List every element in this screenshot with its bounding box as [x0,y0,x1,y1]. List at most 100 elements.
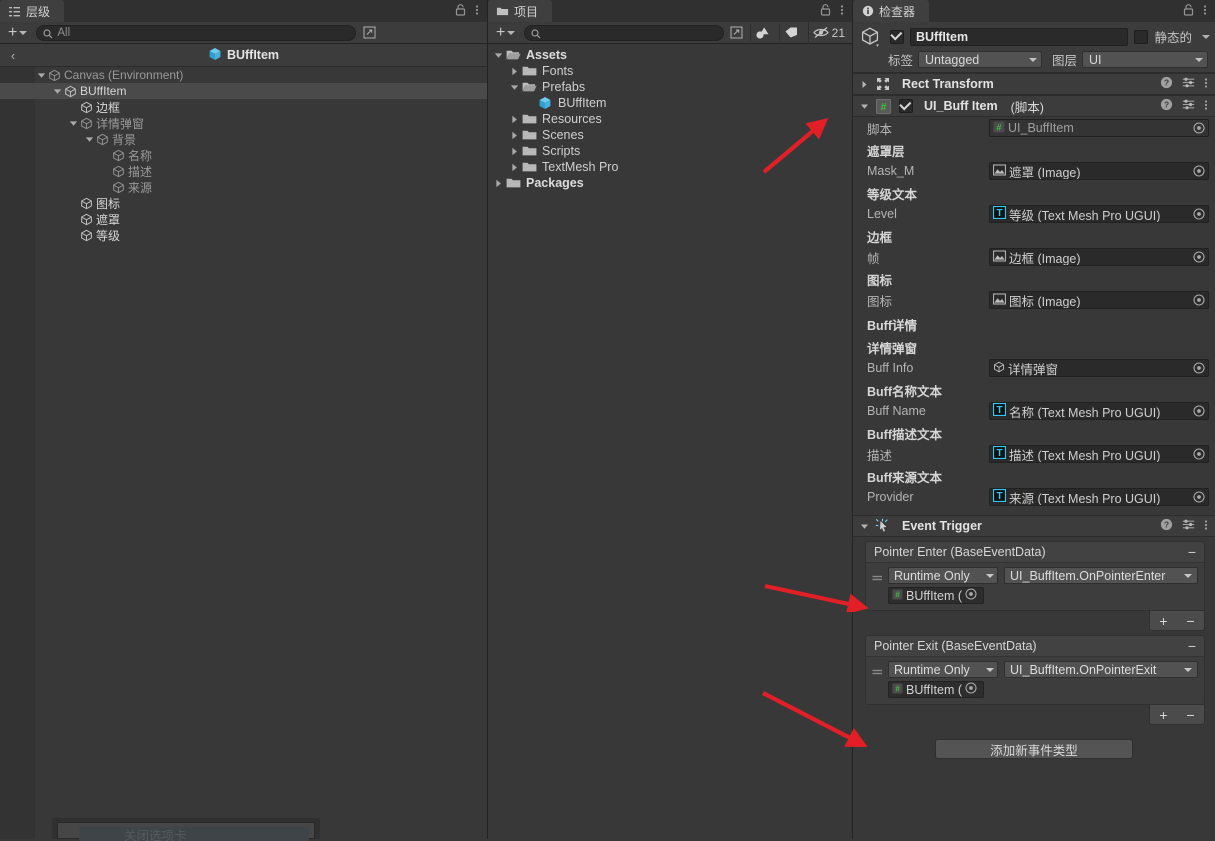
object-field[interactable]: 边框 (Image) [989,248,1209,266]
hierarchy-item-2[interactable]: 边框 [0,99,487,115]
foldout-collapsed-icon[interactable] [508,159,521,175]
remove-callback-button[interactable]: − [1177,705,1204,724]
remove-event-entry-button[interactable]: − [1188,545,1196,559]
hierarchy-item-8[interactable]: 图标 [0,195,487,211]
object-field[interactable]: 遮罩 (Image) [989,162,1209,180]
hierarchy-item-0[interactable]: Canvas (Environment) [0,67,487,83]
hierarchy-tree[interactable]: Canvas (Environment) BUffItem 边框 详情弹窗 背景 名称 描述… [0,67,487,839]
preset-icon[interactable] [1182,76,1195,92]
object-picker-icon[interactable] [965,588,977,603]
project-item-3[interactable]: BUffItem [488,95,852,111]
hierarchy-item-5[interactable]: 名称 [0,147,487,163]
foldout-collapsed-icon[interactable] [492,175,505,191]
foldout-expanded-icon[interactable] [858,523,870,530]
create-asset-button[interactable]: + [491,24,520,42]
hierarchy-search-input[interactable] [57,26,350,39]
component-header-rect-transform[interactable]: Rect Transform ? [853,73,1215,95]
object-field[interactable]: T 来源 (Text Mesh Pro UGUI) [989,488,1209,506]
static-dropdown-icon[interactable] [1202,34,1210,39]
kebab-menu-icon[interactable] [840,4,844,19]
tab-hierarchy[interactable]: 层级 [0,0,65,22]
kebab-menu-icon[interactable] [475,4,479,19]
project-item-0[interactable]: Assets [488,47,852,63]
kebab-menu-icon[interactable] [1204,77,1208,92]
filter-by-label-button[interactable] [778,24,804,41]
context-menu[interactable]: 关闭选项卡 [57,822,315,841]
callback-function-dropdown[interactable]: UI_BuffItem.OnPointerEnter [1004,567,1198,584]
project-item-2[interactable]: Prefabs [488,79,852,95]
object-field[interactable]: T 描述 (Text Mesh Pro UGUI) [989,445,1209,463]
callback-target-object-field[interactable]: # BUffItem ( [888,681,984,698]
help-icon[interactable]: ? [1160,98,1173,114]
add-new-event-type-button[interactable]: 添加新事件类型 [935,739,1133,759]
hierarchy-item-6[interactable]: 描述 [0,163,487,179]
foldout-collapsed-icon[interactable] [508,111,521,127]
project-item-1[interactable]: Fonts [488,63,852,79]
prefab-back-button[interactable]: ‹ [4,44,22,67]
kebab-menu-icon[interactable] [1204,99,1208,114]
object-field[interactable]: 详情弹窗 [989,359,1209,377]
object-picker-icon[interactable] [1192,293,1206,307]
script-object-field[interactable]: # UI_BuffItem [989,119,1209,137]
object-picker-icon[interactable] [1192,361,1206,375]
lock-icon[interactable] [820,4,831,19]
tag-dropdown[interactable]: Untagged [918,51,1043,68]
foldout-expanded-icon[interactable] [36,67,47,83]
lock-icon[interactable] [1183,4,1194,19]
foldout-collapsed-icon[interactable] [508,127,521,143]
project-tree[interactable]: Assets Fonts Prefabs BUffItem Resources Scene… [488,44,852,839]
kebab-menu-icon[interactable] [1204,519,1208,534]
component-enabled-checkbox[interactable] [899,99,913,113]
static-checkbox[interactable] [1134,29,1149,44]
callback-target-object-field[interactable]: # BUffItem ( [888,587,984,604]
object-picker-icon[interactable] [1192,121,1206,135]
lock-icon[interactable] [455,4,466,19]
object-picker-icon[interactable] [1192,490,1206,504]
hierarchy-search-box[interactable] [36,24,357,41]
component-header-event-trigger[interactable]: Event Trigger ? [853,515,1215,537]
callback-function-dropdown[interactable]: UI_BuffItem.OnPointerExit [1004,661,1198,678]
hierarchy-item-9[interactable]: 遮罩 [0,211,487,227]
hierarchy-item-1[interactable]: BUffItem [0,83,487,99]
drag-handle-icon[interactable] [872,661,884,679]
layer-dropdown[interactable]: UI [1082,51,1209,68]
component-header-ui-buff-item[interactable]: # UI_Buff Item (脚本) ? [853,95,1215,117]
object-picker-icon[interactable] [1192,404,1206,418]
drag-handle-icon[interactable] [872,567,884,585]
foldout-expanded-icon[interactable] [858,103,870,110]
project-item-6[interactable]: Scripts [488,143,852,159]
foldout-expanded-icon[interactable] [492,47,505,63]
hierarchy-item-4[interactable]: 背景 [0,131,487,147]
hierarchy-item-3[interactable]: 详情弹窗 [0,115,487,131]
foldout-expanded-icon[interactable] [84,131,95,147]
add-callback-button[interactable]: + [1150,705,1177,724]
project-item-7[interactable]: TextMesh Pro [488,159,852,175]
kebab-menu-icon[interactable] [1203,4,1207,19]
remove-callback-button[interactable]: − [1177,611,1204,630]
project-item-5[interactable]: Scenes [488,127,852,143]
help-icon[interactable]: ? [1160,76,1173,92]
object-picker-icon[interactable] [965,682,977,697]
foldout-collapsed-icon[interactable] [508,143,521,159]
hierarchy-search-options-button[interactable] [360,24,378,41]
filter-by-type-button[interactable] [749,24,775,41]
foldout-collapsed-icon[interactable] [508,63,521,79]
object-picker-icon[interactable] [1192,250,1206,264]
object-picker-icon[interactable] [1192,164,1206,178]
project-item-8[interactable]: Packages [488,175,852,191]
add-callback-button[interactable]: + [1150,611,1177,630]
foldout-collapsed-icon[interactable] [858,80,870,89]
object-picker-icon[interactable] [1192,207,1206,221]
object-picker-icon[interactable] [1192,447,1206,461]
project-item-4[interactable]: Resources [488,111,852,127]
gameobject-name-field[interactable]: BUffItem [910,27,1129,46]
callback-mode-dropdown[interactable]: Runtime Only [888,567,998,584]
gameobject-active-checkbox[interactable] [890,29,904,44]
callback-mode-dropdown[interactable]: Runtime Only [888,661,998,678]
preset-icon[interactable] [1182,98,1195,114]
project-search-input[interactable] [545,26,717,39]
help-icon[interactable]: ? [1160,518,1173,534]
foldout-expanded-icon[interactable] [52,83,63,99]
object-field[interactable]: 图标 (Image) [989,291,1209,309]
foldout-expanded-icon[interactable] [68,115,79,131]
